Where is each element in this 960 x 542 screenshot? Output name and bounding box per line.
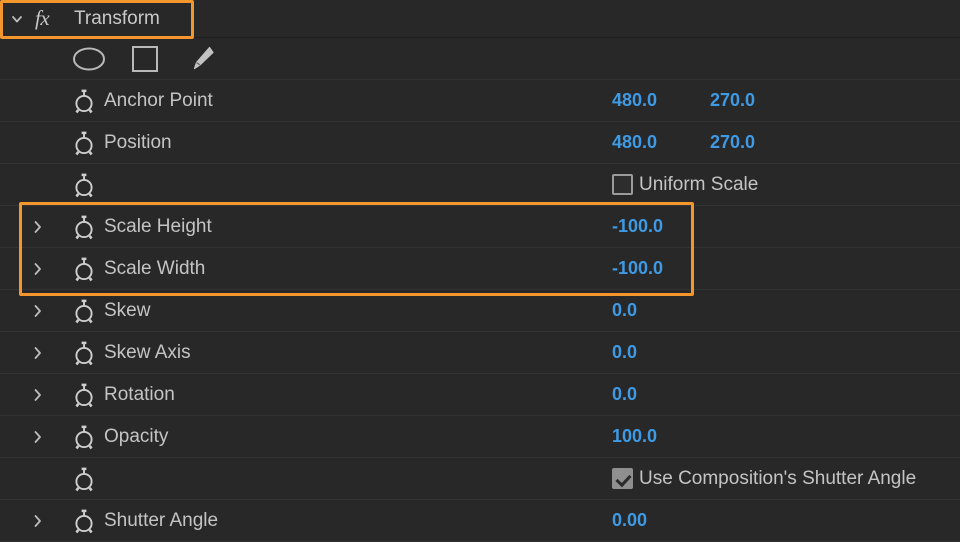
- property-value[interactable]: 480.0: [612, 90, 657, 111]
- chevron-right-icon[interactable]: [30, 219, 46, 235]
- stopwatch-icon[interactable]: [72, 508, 96, 534]
- checkbox-label: Use Composition's Shutter Angle: [639, 467, 917, 489]
- stopwatch-icon[interactable]: [72, 382, 96, 408]
- effect-controls-panel: fx Transform Anchor Point 480.0 270.0 Po…: [0, 0, 960, 542]
- property-row[interactable]: Anchor Point 480.0 270.0: [0, 80, 960, 122]
- property-name-label: Shutter Angle: [104, 509, 219, 531]
- effect-name-label: Transform: [74, 7, 160, 29]
- property-row[interactable]: Skew 0.0: [0, 290, 960, 332]
- stopwatch-icon[interactable]: [72, 424, 96, 450]
- property-value-secondary[interactable]: 270.0: [710, 90, 755, 111]
- property-row[interactable]: Scale Height -100.0: [0, 206, 960, 248]
- pen-tool-icon[interactable]: [184, 44, 218, 74]
- property-value[interactable]: 0.00: [612, 510, 647, 531]
- ellipse-tool-icon[interactable]: [72, 44, 106, 74]
- checkbox-field[interactable]: Uniform Scale: [612, 174, 758, 196]
- property-name-label: Skew Axis: [104, 341, 191, 363]
- property-name-label: Opacity: [104, 425, 169, 447]
- property-name-label: Scale Width: [104, 257, 206, 279]
- property-row[interactable]: Position 480.0 270.0: [0, 122, 960, 164]
- chevron-down-icon[interactable]: [8, 10, 26, 28]
- property-value[interactable]: 0.0: [612, 384, 637, 405]
- checkbox-checked-icon[interactable]: [612, 468, 633, 489]
- property-row[interactable]: Use Composition's Shutter Angle: [0, 458, 960, 500]
- property-rows: Anchor Point 480.0 270.0 Position 480.0 270.0…: [0, 80, 960, 542]
- stopwatch-icon[interactable]: [72, 172, 96, 198]
- stopwatch-icon[interactable]: [72, 256, 96, 282]
- property-row[interactable]: Opacity 100.0: [0, 416, 960, 458]
- property-row[interactable]: Uniform Scale: [0, 164, 960, 206]
- property-name-label: Skew: [104, 299, 151, 321]
- chevron-right-icon[interactable]: [30, 345, 46, 361]
- property-row[interactable]: Shutter Angle 0.00: [0, 500, 960, 542]
- chevron-right-icon[interactable]: [30, 429, 46, 445]
- property-value[interactable]: -100.0: [612, 258, 663, 279]
- property-name-label: Anchor Point: [104, 89, 213, 111]
- fx-icon: fx: [35, 6, 50, 30]
- checkbox-unchecked-icon[interactable]: [612, 174, 633, 195]
- property-name-label: Scale Height: [104, 215, 212, 237]
- chevron-right-icon[interactable]: [30, 261, 46, 277]
- chevron-right-icon[interactable]: [30, 303, 46, 319]
- mask-shape-tools-row: [0, 38, 960, 80]
- effect-header-transform[interactable]: fx Transform: [0, 0, 960, 38]
- stopwatch-icon[interactable]: [72, 298, 96, 324]
- property-row[interactable]: Rotation 0.0: [0, 374, 960, 416]
- checkbox-label: Uniform Scale: [639, 173, 759, 195]
- property-row[interactable]: Skew Axis 0.0: [0, 332, 960, 374]
- chevron-right-icon[interactable]: [30, 513, 46, 529]
- stopwatch-icon[interactable]: [72, 214, 96, 240]
- stopwatch-icon[interactable]: [72, 130, 96, 156]
- property-row[interactable]: Scale Width -100.0: [0, 248, 960, 290]
- property-value[interactable]: -100.0: [612, 216, 663, 237]
- property-value[interactable]: 480.0: [612, 132, 657, 153]
- stopwatch-icon[interactable]: [72, 88, 96, 114]
- property-value[interactable]: 100.0: [612, 426, 657, 447]
- property-name-label: Rotation: [104, 383, 175, 405]
- property-value[interactable]: 0.0: [612, 342, 637, 363]
- property-value[interactable]: 0.0: [612, 300, 637, 321]
- property-name-label: Position: [104, 131, 172, 153]
- chevron-right-icon[interactable]: [30, 387, 46, 403]
- stopwatch-icon[interactable]: [72, 340, 96, 366]
- stopwatch-icon[interactable]: [72, 466, 96, 492]
- property-value-secondary[interactable]: 270.0: [710, 132, 755, 153]
- rectangle-tool-icon[interactable]: [128, 44, 162, 74]
- checkbox-field[interactable]: Use Composition's Shutter Angle: [612, 468, 916, 490]
